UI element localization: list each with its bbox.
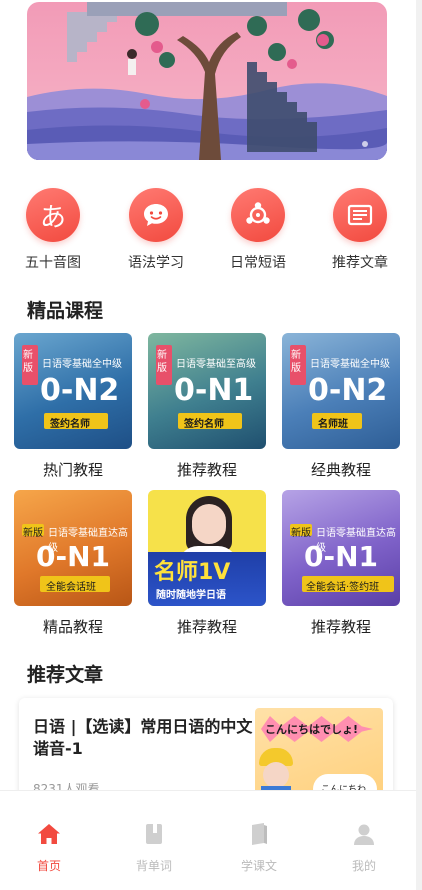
banner-illustration: [27, 2, 387, 160]
course-label: 推荐教程: [176, 461, 237, 479]
tab-label: 背单词: [135, 859, 172, 873]
course-card[interactable]: 新版 日语零基础全中级 0-N2 名师班 经典教程: [282, 333, 400, 480]
course-level: 0-N1: [36, 540, 111, 573]
quick-nav-label: 推荐文章: [332, 255, 388, 271]
tab-profile[interactable]: 我的: [329, 821, 399, 874]
article-title: 日语 |【选读】常用日语的中文谐音-1: [33, 717, 253, 758]
course-badge: 新版: [157, 350, 167, 374]
quick-nav-phrases[interactable]: 日常短语: [218, 188, 298, 272]
bottom-tab-bar: 首页 背单词 学课文 我的: [0, 790, 416, 890]
course-label: 热门教程: [42, 461, 103, 479]
course-level: 0-N1: [304, 540, 379, 573]
section-title-courses: 精品课程: [27, 300, 104, 322]
scrollbar-track[interactable]: [416, 0, 422, 890]
tab-label: 学课文: [240, 859, 277, 873]
course-level: 0-N2: [40, 373, 120, 408]
tab-label: 首页: [36, 859, 61, 873]
course-thumbnail: 新版 日语零基础至高级 0-N1 签约名师: [148, 333, 266, 449]
quick-nav-grammar[interactable]: 语法学习: [116, 188, 196, 272]
quick-nav-label: 日常短语: [230, 255, 286, 271]
hiragana-a-icon: あ: [26, 188, 80, 242]
tab-vocabulary[interactable]: 背单词: [119, 821, 189, 874]
course-badge: 新版: [291, 350, 301, 374]
phrase-dots-icon: [231, 188, 285, 242]
tab-label: 我的: [351, 859, 376, 873]
course-tag: 全能会话·签约班: [306, 582, 380, 593]
course-level: 0-N2: [308, 373, 388, 408]
chat-bubble-icon: [129, 188, 183, 242]
course-subtitle: 日语零基础全中级: [310, 359, 390, 370]
hiragana-glyph: あ: [39, 202, 66, 233]
quick-nav-gojuon[interactable]: あ 五十音图: [13, 188, 93, 272]
course-level: 0-N1: [174, 373, 254, 408]
course-subtitle: 日语零基础全中级: [42, 359, 122, 370]
quick-nav-label: 语法学习: [128, 255, 184, 271]
course-tag: 随时随地学日语: [156, 590, 226, 601]
course-card[interactable]: 新版 日语零基础全中级 0-N2 签约名师 热门教程: [14, 333, 132, 480]
course-thumbnail: 新版 日语零基础直达高级 0-N1 全能会话班: [14, 490, 132, 606]
course-label: 推荐教程: [176, 618, 237, 636]
course-thumbnail: 新版 日语零基础直达高级 0-N1 全能会话·签约班: [282, 490, 400, 606]
course-label: 推荐教程: [310, 618, 371, 636]
tab-lessons[interactable]: 学课文: [224, 821, 294, 874]
course-tag: 签约名师: [50, 419, 90, 430]
course-tag: 名师班: [318, 419, 348, 430]
course-thumbnail: 名师1V 随时随地学日语: [148, 490, 266, 606]
tab-home[interactable]: 首页: [14, 821, 84, 874]
course-badge: 新版: [23, 528, 43, 539]
course-thumbnail: 新版 日语零基础全中级 0-N2 签约名师: [14, 333, 132, 449]
quick-nav: あ 五十音图 语法学习 日常短语 推荐文章: [0, 188, 416, 278]
article-doc-icon: [333, 188, 387, 242]
course-badge: 新版: [291, 528, 311, 539]
course-label: 精品教程: [42, 618, 103, 636]
quick-nav-articles[interactable]: 推荐文章: [320, 188, 400, 272]
course-tag: 签约名师: [184, 419, 224, 430]
course-subtitle: 日语零基础至高级: [176, 359, 256, 370]
user-icon: [354, 824, 374, 845]
quick-nav-label: 五十音图: [25, 255, 81, 271]
home-icon: [38, 824, 60, 844]
course-card[interactable]: 新版 日语零基础直达高级 0-N1 全能会话班 精品教程: [14, 490, 132, 637]
article-thumb-caption: こんにちはでしょ!: [265, 723, 359, 736]
course-level: 名师1V: [154, 560, 231, 585]
course-card[interactable]: 新版 日语零基础直达高级 0-N1 全能会话·签约班 推荐教程: [282, 490, 400, 637]
book-icon: [146, 824, 162, 844]
section-title-articles: 推荐文章: [27, 664, 104, 686]
banner-carousel[interactable]: [27, 2, 387, 160]
course-card[interactable]: 名师1V 随时随地学日语 推荐教程: [148, 490, 266, 637]
course-tag: 全能会话班: [46, 582, 96, 593]
course-badge: 新版: [23, 350, 33, 374]
textbook-icon: [252, 823, 267, 845]
course-thumbnail: 新版 日语零基础全中级 0-N2 名师班: [282, 333, 400, 449]
course-label: 经典教程: [310, 461, 371, 479]
course-card[interactable]: 新版 日语零基础至高级 0-N1 签约名师 推荐教程: [148, 333, 266, 480]
